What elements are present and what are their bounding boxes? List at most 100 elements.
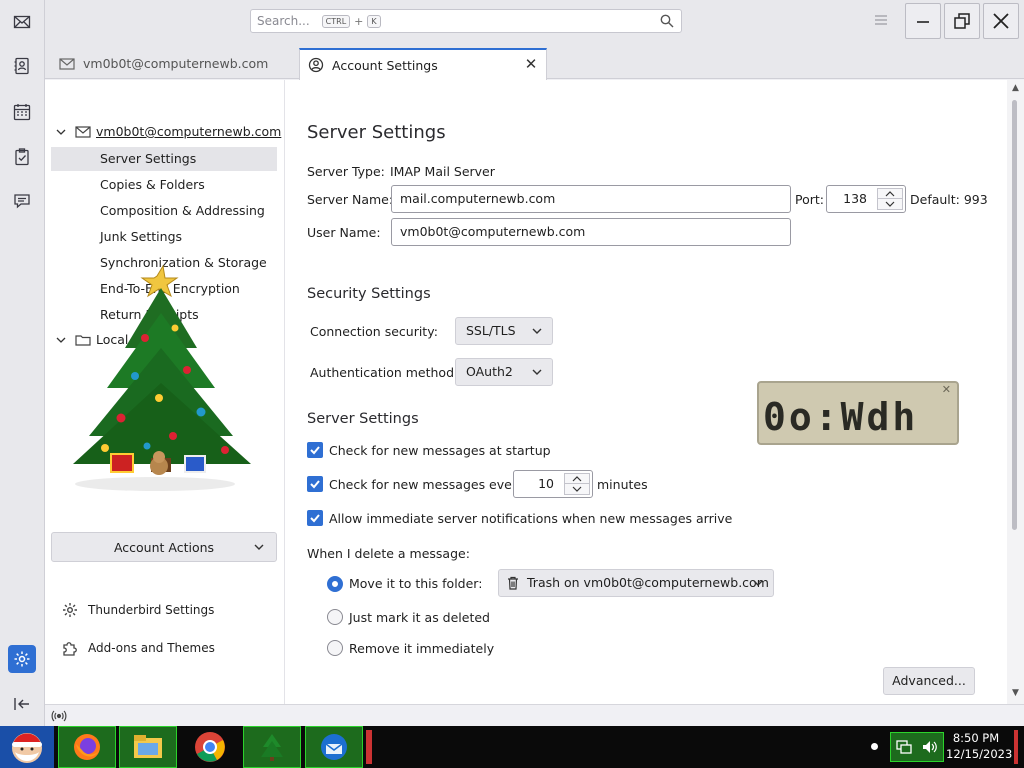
account-actions-button[interactable]: Account Actions: [51, 532, 277, 562]
search-icon: [660, 14, 674, 28]
start-button[interactable]: [0, 726, 54, 768]
remove-immediately-label[interactable]: Remove it immediately: [349, 641, 494, 656]
chevron-up-icon[interactable]: [878, 189, 902, 199]
chevron-up-icon[interactable]: [565, 474, 589, 484]
mail-account-icon: [75, 125, 91, 139]
chevron-down-icon[interactable]: [565, 484, 589, 494]
account-row[interactable]: vm0b0t@computernewb.com: [55, 124, 281, 139]
scroll-down-icon[interactable]: ▼: [1010, 688, 1021, 699]
app-menu-icon[interactable]: [874, 13, 888, 27]
close-tab-icon[interactable]: ✕: [524, 57, 538, 72]
show-desktop-button[interactable]: [1014, 730, 1018, 764]
close-icon[interactable]: ✕: [942, 383, 951, 396]
server-name-label: Server Name:: [307, 192, 394, 207]
chevron-down-icon[interactable]: [55, 126, 67, 138]
chrome-icon: [195, 732, 225, 762]
check-every-checkbox[interactable]: [307, 476, 323, 492]
file-explorer-icon: [134, 735, 162, 758]
scroll-up-icon[interactable]: ▲: [1010, 83, 1021, 94]
move-to-folder-radio[interactable]: [327, 576, 343, 592]
search-input[interactable]: Search... CTRL + K: [250, 9, 682, 33]
address-book-icon[interactable]: [8, 52, 36, 80]
chevron-down-icon: [753, 580, 763, 586]
delete-message-label: When I delete a message:: [307, 546, 470, 561]
christmas-tree-icon: [261, 734, 283, 761]
account-actions-label: Account Actions: [113, 539, 215, 555]
online-status-icon[interactable]: [51, 708, 67, 724]
connection-security-value: SSL/TLS: [466, 323, 516, 338]
taskbar-separator: [366, 730, 372, 764]
check-every-label[interactable]: Check for new messages every: [329, 477, 524, 492]
lcd-clock-digits: 0o:Wdh: [763, 395, 919, 439]
account-settings-icon: [308, 57, 324, 73]
tab-label: vm0b0t@computernewb.com: [83, 56, 269, 71]
vertical-scrollbar[interactable]: ▲ ▼: [1007, 80, 1024, 704]
security-settings-heading: Security Settings: [307, 286, 431, 302]
tab-bar: vm0b0t@computernewb.com Account Settings…: [45, 44, 1024, 80]
clock-time: 8:50 PM: [952, 731, 1000, 745]
taskbar-explorer[interactable]: [119, 726, 177, 768]
move-to-folder-label[interactable]: Move it to this folder:: [349, 576, 482, 591]
just-mark-deleted-radio[interactable]: [327, 609, 343, 625]
firefox-icon: [74, 734, 100, 760]
close-window-button[interactable]: [983, 3, 1019, 39]
tray-indicator: [871, 743, 878, 750]
remove-immediately-radio[interactable]: [327, 640, 343, 656]
tab-mail[interactable]: vm0b0t@computernewb.com: [51, 48, 291, 79]
check-startup-label[interactable]: Check for new messages at startup: [329, 443, 551, 458]
port-stepper[interactable]: 138: [826, 185, 906, 213]
taskbar-clock[interactable]: 8:50 PM 12/15/2023: [946, 730, 1012, 762]
chevron-down-icon: [532, 328, 542, 334]
advanced-button[interactable]: Advanced...: [883, 667, 975, 695]
calendar-icon[interactable]: [8, 98, 36, 126]
tree-item-server-settings[interactable]: Server Settings: [51, 147, 277, 171]
trash-folder-value: Trash on vm0b0t@computernewb.com: [527, 575, 769, 590]
allow-notifications-label[interactable]: Allow immediate server notifications whe…: [329, 511, 732, 526]
volume-icon[interactable]: [921, 738, 939, 756]
taskbar-tree-app[interactable]: [243, 726, 301, 768]
chat-icon[interactable]: [8, 187, 36, 215]
scrollbar-thumb[interactable]: [1012, 100, 1017, 530]
auth-method-select[interactable]: OAuth2: [455, 358, 553, 386]
port-stepper-arrows[interactable]: [877, 188, 903, 210]
user-name-field[interactable]: vm0b0t@computernewb.com: [391, 218, 791, 246]
restore-button[interactable]: [944, 3, 980, 39]
taskbar-chrome[interactable]: [181, 726, 239, 768]
settings-gear-icon[interactable]: [8, 645, 36, 673]
check-interval-stepper[interactable]: 10: [513, 470, 593, 498]
tree-item-junk[interactable]: Junk Settings: [51, 225, 277, 249]
interval-stepper-arrows[interactable]: [564, 473, 590, 495]
tree-item-composition[interactable]: Composition & Addressing: [51, 199, 277, 223]
check-startup-checkbox[interactable]: [307, 442, 323, 458]
system-tray[interactable]: [890, 732, 944, 762]
taskbar-firefox[interactable]: [58, 726, 116, 768]
puzzle-piece-icon: [61, 639, 79, 657]
account-tree: vm0b0t@computernewb.com Server Settings …: [45, 80, 285, 704]
mail-icon[interactable]: [8, 8, 36, 36]
thunderbird-settings-label: Thunderbird Settings: [88, 603, 215, 617]
minimize-button[interactable]: [905, 3, 941, 39]
chevron-down-icon: [532, 369, 542, 375]
tasks-icon[interactable]: [8, 143, 36, 171]
auth-method-label: Authentication method:: [310, 365, 459, 380]
taskbar-thunderbird[interactable]: [305, 726, 363, 768]
tree-item-copies-folders[interactable]: Copies & Folders: [51, 173, 277, 197]
port-label: Port:: [795, 192, 824, 207]
addons-themes-link[interactable]: Add-ons and Themes: [61, 639, 215, 657]
account-name: vm0b0t@computernewb.com: [96, 124, 282, 139]
connection-security-label: Connection security:: [310, 324, 438, 339]
network-icon[interactable]: [895, 738, 913, 756]
santa-start-icon: [12, 733, 42, 763]
server-name-field[interactable]: mail.computernewb.com: [391, 185, 791, 213]
allow-notifications-checkbox[interactable]: [307, 510, 323, 526]
lcd-clock-widget[interactable]: ✕ 0o:Wdh: [757, 381, 959, 445]
mail-folder-icon: [59, 56, 75, 72]
chevron-down-icon[interactable]: [878, 199, 902, 209]
collapse-spaces-icon[interactable]: [8, 690, 36, 718]
tab-account-settings[interactable]: Account Settings ✕: [299, 48, 547, 80]
connection-security-select[interactable]: SSL/TLS: [455, 317, 553, 345]
shortcut-key: CTRL: [321, 14, 351, 28]
just-mark-deleted-label[interactable]: Just mark it as deleted: [349, 610, 490, 625]
trash-folder-select[interactable]: Trash on vm0b0t@computernewb.com: [498, 569, 774, 597]
thunderbird-settings-link[interactable]: Thunderbird Settings: [61, 601, 214, 619]
